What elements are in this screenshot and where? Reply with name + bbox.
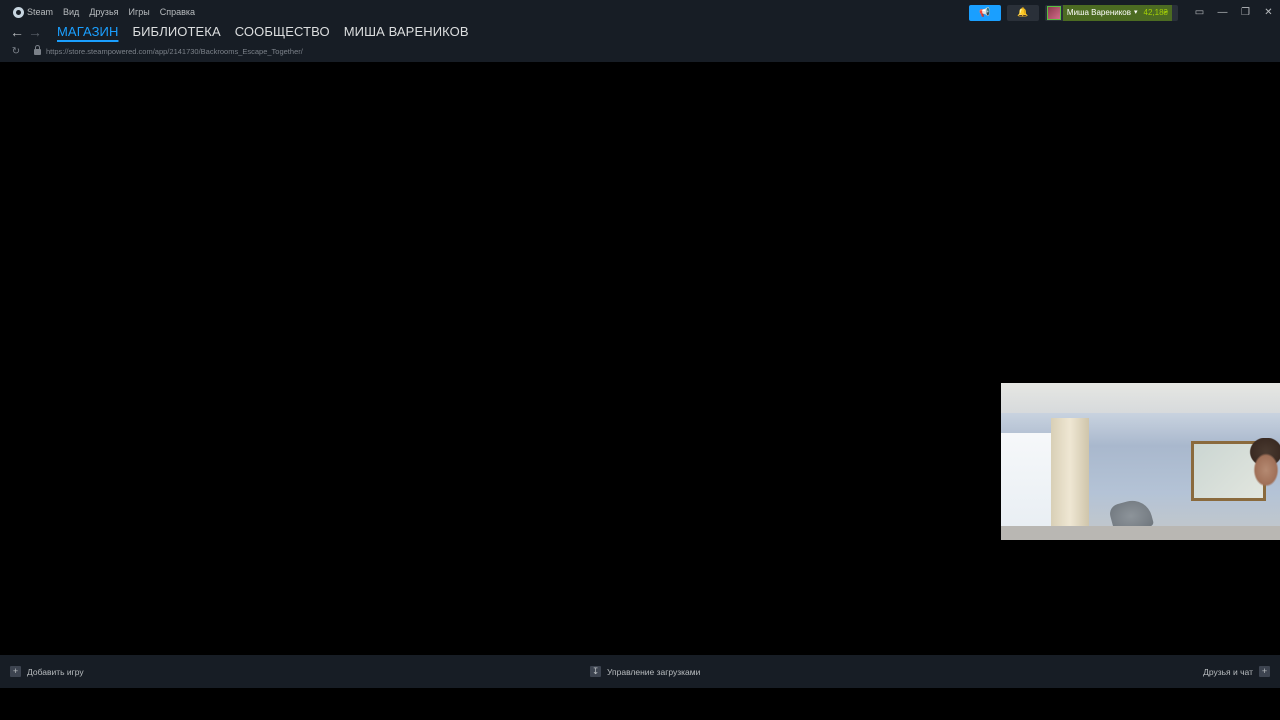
webcam-person [1246, 438, 1280, 533]
notifications-button[interactable]: 🔔 [1006, 4, 1039, 21]
announcements-button[interactable]: 📢 [968, 4, 1001, 21]
download-icon: ↧ [590, 666, 601, 677]
webcam-overlay [1001, 383, 1280, 540]
username-label: Миша Вареников [1066, 7, 1132, 17]
megaphone-icon: 📢 [979, 7, 991, 17]
minimize-icon[interactable]: — [1211, 4, 1234, 21]
bell-icon: 🔔 [1017, 7, 1029, 17]
close-icon[interactable]: ✕ [1257, 4, 1280, 21]
menu-steam-label: Steam [27, 7, 54, 17]
friends-chat-button[interactable]: Друзья и чат + [1203, 655, 1270, 688]
menu-friends[interactable]: Друзья [84, 4, 123, 20]
reload-icon[interactable]: ↻ [8, 46, 24, 57]
url-row: ↻ https://store.steampowered.com/app/214… [8, 44, 303, 58]
tab-profile[interactable]: МИША ВАРЕНИКОВ [337, 22, 476, 42]
add-game-label: Добавить игру [27, 666, 84, 677]
back-arrow-icon[interactable]: ← [8, 23, 26, 41]
plus-icon: + [10, 666, 21, 677]
add-game-button[interactable]: + Добавить игру [10, 655, 84, 688]
forward-arrow-icon[interactable]: → [26, 23, 44, 41]
menu-steam[interactable]: Steam [8, 4, 58, 20]
footer-area [0, 688, 1280, 720]
tab-community[interactable]: СООБЩЕСТВО [228, 22, 337, 42]
webcam-curtain [1051, 418, 1089, 533]
bottom-bar: + Добавить игру ↧ Управление загрузками … [0, 655, 1280, 688]
chevron-down-icon: ▾ [1134, 8, 1138, 16]
menu-view[interactable]: Вид [58, 4, 84, 20]
nav-tabs: МАГАЗИН БИБЛИОТЕКА СООБЩЕСТВО МИША ВАРЕН… [50, 22, 476, 42]
restore-icon[interactable]: ❐ [1234, 4, 1257, 21]
lock-icon [34, 45, 41, 55]
big-picture-icon[interactable]: ▭ [1188, 4, 1211, 21]
steam-logo-icon [13, 6, 24, 18]
webcam-ceiling [1001, 383, 1280, 413]
account-username: Миша Вареников ▾ [1062, 4, 1142, 21]
window-controls: ▭ — ❐ ✕ [1188, 4, 1280, 21]
downloads-label: Управление загрузками [607, 666, 701, 677]
menu-help[interactable]: Справка [155, 4, 200, 20]
wallet-balance: 42,18₴ [1141, 4, 1172, 21]
downloads-button[interactable]: ↧ Управление загрузками [590, 655, 700, 688]
nav-row: ← → МАГАЗИН БИБЛИОТЕКА СООБЩЕСТВО МИША В… [8, 22, 476, 42]
menu-bar: Steam Вид Друзья Игры Справка [8, 4, 200, 20]
account-menu[interactable]: Миша Вареников ▾ 42,18₴ [1044, 4, 1178, 21]
tab-library[interactable]: БИБЛИОТЕКА [125, 22, 227, 42]
friends-chat-label: Друзья и чат [1203, 666, 1253, 677]
avatar [1046, 5, 1061, 20]
tab-store[interactable]: МАГАЗИН [50, 22, 125, 42]
webcam-floor [1001, 526, 1280, 540]
menu-games[interactable]: Игры [124, 4, 155, 20]
friends-icon: + [1259, 666, 1270, 677]
top-right-controls: 📢 🔔 Миша Вареников ▾ 42,18₴ ▭ — ❐ ✕ [968, 4, 1280, 21]
url-text[interactable]: https://store.steampowered.com/app/21417… [46, 47, 303, 56]
store-page-content[interactable] [0, 62, 1280, 655]
title-bar: Steam Вид Друзья Игры Справка ← → МАГАЗИ… [0, 0, 1280, 62]
